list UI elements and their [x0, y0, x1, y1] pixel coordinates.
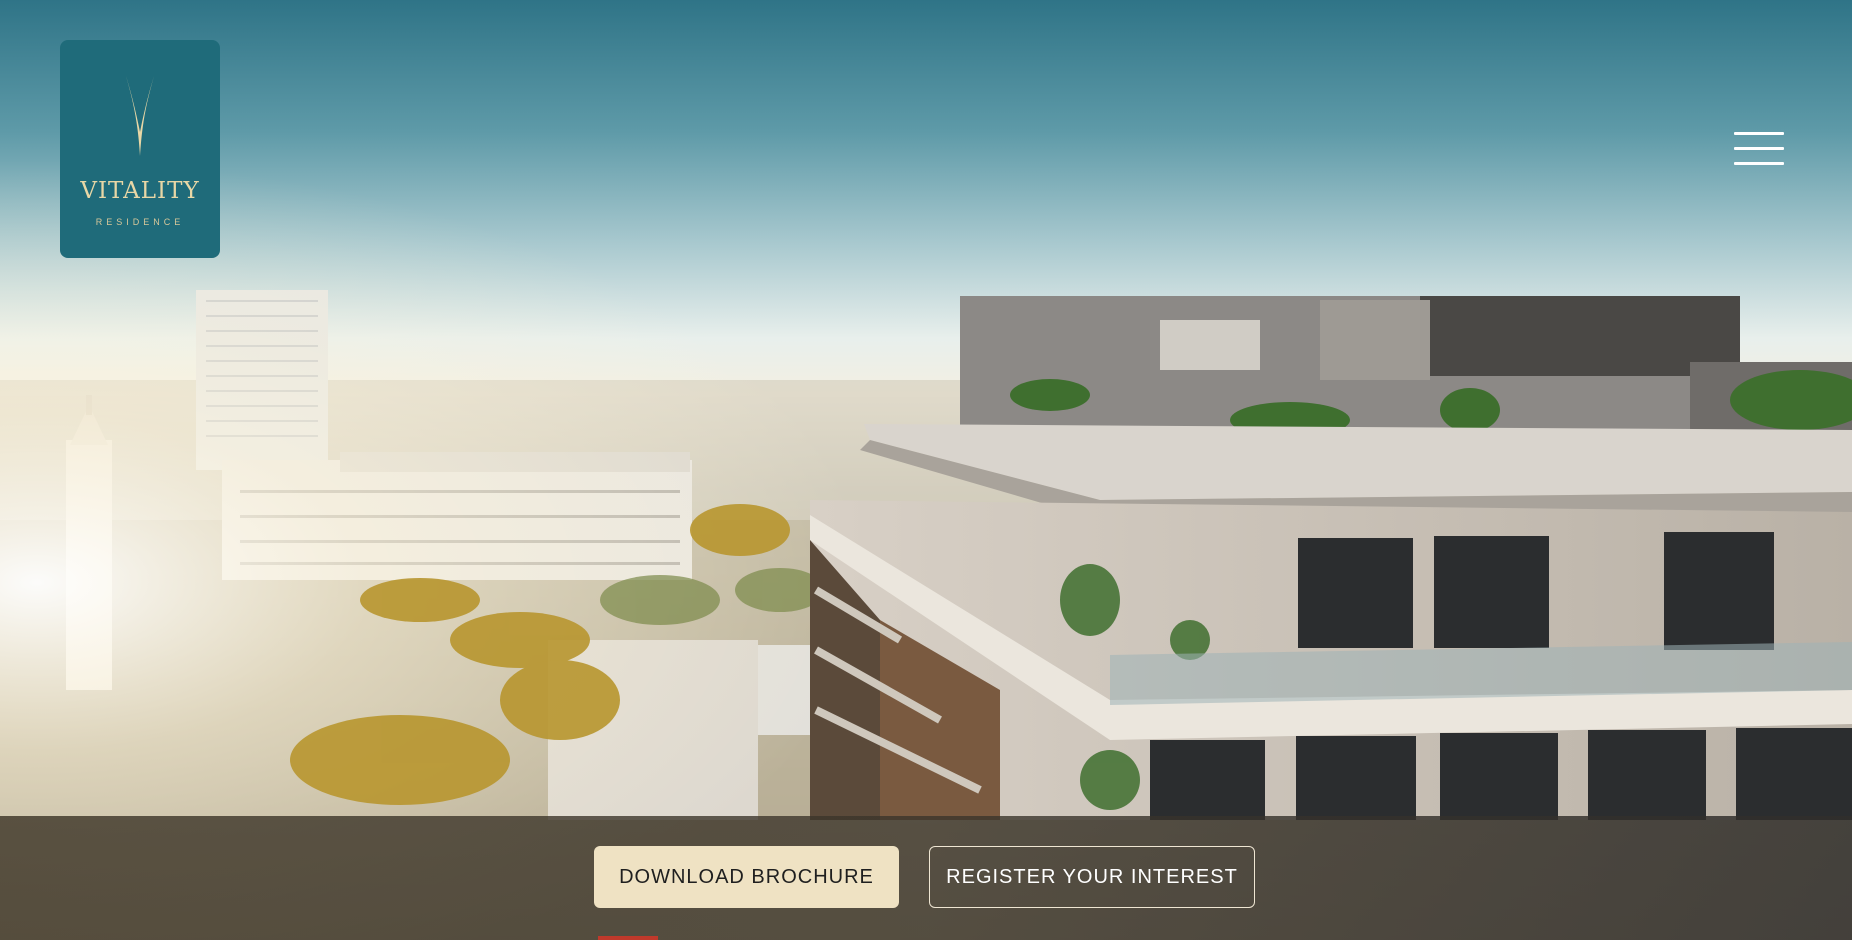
menu-line-bottom: [1734, 162, 1784, 165]
menu-line-top: [1734, 132, 1784, 135]
menu-line-middle: [1734, 147, 1784, 150]
hamburger-menu-icon[interactable]: [1730, 128, 1786, 168]
register-interest-button[interactable]: REGISTER YOUR INTEREST: [929, 846, 1255, 908]
hero-background-image: [0, 0, 1852, 940]
site-logo[interactable]: VITALITY RESIDENCE: [60, 40, 220, 258]
logo-brand-text: VITALITY: [80, 178, 200, 204]
cta-bar: DOWNLOAD BROCHURE REGISTER YOUR INTEREST: [0, 816, 1852, 940]
logo-v-mark-icon: [126, 76, 154, 156]
hero-section: VITALITY RESIDENCE DOWNLOAD BROCHURE REG…: [0, 0, 1852, 940]
slider-progress-indicator: [598, 936, 658, 940]
download-brochure-button[interactable]: DOWNLOAD BROCHURE: [594, 846, 899, 908]
logo-sub-text: RESIDENCE: [95, 217, 185, 227]
